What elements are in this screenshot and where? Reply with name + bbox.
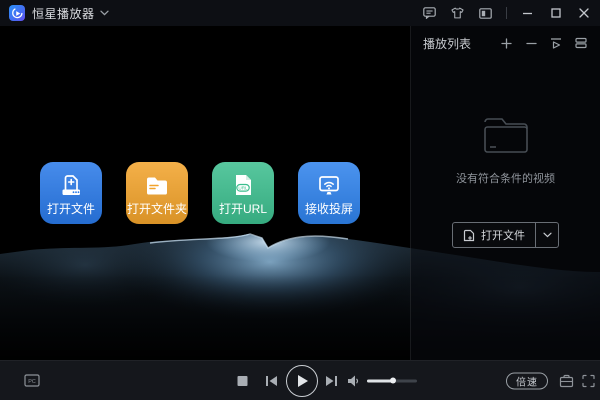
volume-handle[interactable] bbox=[390, 378, 396, 384]
play-button[interactable] bbox=[286, 365, 318, 397]
play-order-icon[interactable] bbox=[549, 36, 563, 50]
mini-mode-icon[interactable] bbox=[478, 6, 493, 21]
app-logo-icon bbox=[9, 5, 25, 21]
playlist-title: 播放列表 bbox=[423, 35, 471, 52]
control-bar: PC bbox=[0, 360, 600, 400]
toolbox-icon[interactable] bbox=[559, 374, 574, 388]
minimize-icon[interactable] bbox=[520, 6, 535, 21]
volume-fill bbox=[367, 379, 393, 382]
titlebar-controls bbox=[422, 6, 591, 21]
open-file-tile-label: 打开文件 bbox=[47, 200, 95, 217]
receive-cast-tile-label: 接收投屏 bbox=[305, 200, 353, 217]
open-url-tile-label: 打开URL bbox=[219, 200, 267, 217]
playlist-remove-icon[interactable] bbox=[524, 36, 538, 50]
file-plus-icon bbox=[40, 170, 102, 200]
app-title[interactable]: 恒星播放器 bbox=[32, 5, 95, 22]
player-window: 恒星播放器 bbox=[0, 0, 600, 400]
playlist-open-file-main[interactable]: 打开文件 bbox=[453, 223, 535, 247]
open-folder-tile-label: 打开文件夹 bbox=[127, 200, 187, 217]
playlist-panel: 播放列表 bbox=[410, 26, 600, 360]
playlist-open-file-button[interactable]: 打开文件 bbox=[452, 222, 559, 248]
folder-icon bbox=[126, 170, 188, 200]
open-file-dropdown[interactable] bbox=[536, 223, 558, 247]
previous-button[interactable] bbox=[265, 375, 278, 387]
url-badge-text: URL bbox=[238, 186, 248, 191]
pc-badge-text: PC bbox=[28, 379, 36, 385]
stop-button[interactable] bbox=[237, 375, 248, 386]
feedback-icon[interactable] bbox=[422, 6, 437, 21]
empty-folder-icon bbox=[477, 110, 535, 158]
speed-button[interactable]: 倍速 bbox=[506, 372, 548, 389]
titlebar-separator bbox=[506, 7, 507, 19]
playlist-add-icon[interactable] bbox=[499, 36, 513, 50]
close-icon[interactable] bbox=[576, 6, 591, 21]
open-file-tile[interactable]: 打开文件 bbox=[40, 162, 102, 224]
volume-icon[interactable] bbox=[347, 375, 360, 387]
playlist-empty-text: 没有符合条件的视频 bbox=[456, 170, 555, 186]
playlist-header: 播放列表 bbox=[411, 26, 600, 60]
quick-open-tiles: 打开文件 打开文件夹 bbox=[40, 162, 360, 224]
next-button[interactable] bbox=[325, 375, 338, 387]
volume-slider[interactable] bbox=[367, 379, 417, 382]
pc-screen-button[interactable]: PC bbox=[24, 374, 40, 388]
maximize-icon[interactable] bbox=[548, 6, 563, 21]
cast-screen-icon bbox=[298, 170, 360, 200]
playlist-toolbar bbox=[499, 36, 588, 50]
chevron-down-icon[interactable] bbox=[100, 10, 109, 16]
file-icon bbox=[463, 229, 475, 242]
open-url-tile[interactable]: URL 打开URL bbox=[212, 162, 274, 224]
speed-button-label: 倍速 bbox=[516, 373, 538, 388]
playlist-empty-state: 没有符合条件的视频 bbox=[456, 110, 555, 186]
url-doc-icon: URL bbox=[212, 170, 274, 200]
titlebar: 恒星播放器 bbox=[0, 0, 600, 26]
open-folder-tile[interactable]: 打开文件夹 bbox=[126, 162, 188, 224]
playlist-open-file-label: 打开文件 bbox=[481, 227, 525, 243]
list-layout-icon[interactable] bbox=[574, 36, 588, 50]
receive-cast-tile[interactable]: 接收投屏 bbox=[298, 162, 360, 224]
skin-icon[interactable] bbox=[450, 6, 465, 21]
chevron-down-icon bbox=[543, 232, 552, 238]
fullscreen-icon[interactable] bbox=[582, 374, 595, 387]
